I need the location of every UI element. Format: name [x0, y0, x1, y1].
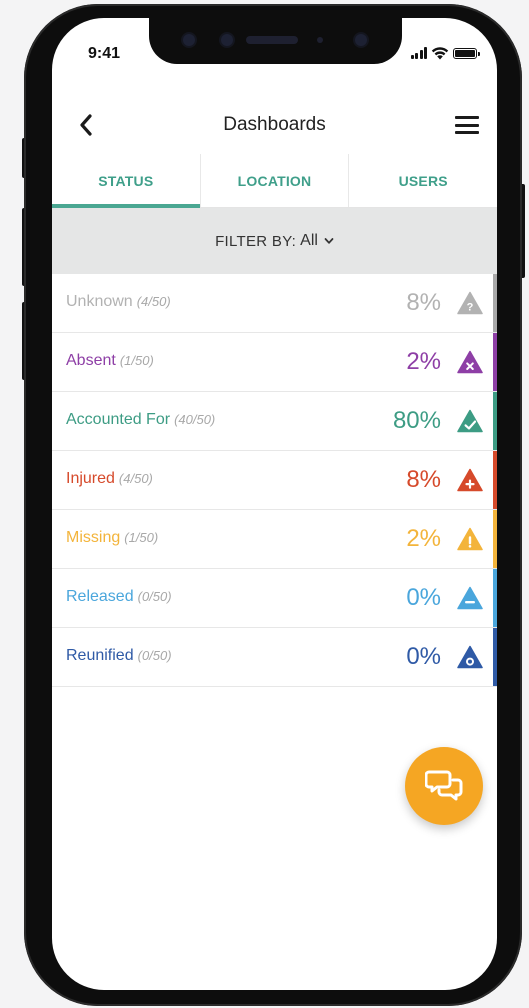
status-percent: 2%: [406, 525, 441, 552]
filter-prefix: FILTER BY:: [215, 232, 297, 250]
filter-value: All: [300, 232, 318, 249]
status-color-stripe: [493, 392, 497, 450]
status-icons: [410, 46, 480, 60]
status-label: Accounted For (40/50): [66, 411, 215, 429]
battery-icon: [453, 47, 480, 59]
status-color-stripe: [493, 333, 497, 391]
status-percent: 0%: [406, 584, 441, 611]
status-label: Released (0/50): [66, 588, 172, 606]
status-label: Reunified (0/50): [66, 647, 172, 665]
earpiece-speaker: [246, 36, 298, 44]
status-row-missing[interactable]: Missing (1/50) 2%: [52, 510, 497, 569]
tab-bar: STATUS LOCATION USERS: [52, 154, 497, 208]
phone-screen: 9:41 Dashboards STATUS LOCATION USERS FI…: [52, 18, 497, 990]
status-color-stripe: [493, 451, 497, 509]
status-percent: 2%: [406, 348, 441, 375]
status-percent: 8%: [406, 289, 441, 316]
status-percent: 8%: [406, 466, 441, 493]
status-color-stripe: [493, 569, 497, 627]
page-title: Dashboards: [223, 114, 326, 135]
status-row-absent[interactable]: Absent (1/50) 2%: [52, 333, 497, 392]
tab-location[interactable]: LOCATION: [199, 154, 349, 207]
tab-status[interactable]: STATUS: [52, 154, 200, 208]
camera-dot: [221, 34, 233, 46]
status-name: Reunified: [66, 647, 134, 664]
status-count: (1/50): [124, 530, 159, 545]
tab-users[interactable]: USERS: [348, 154, 497, 207]
chat-fab-button[interactable]: [405, 747, 483, 825]
status-row-injured[interactable]: Injured (4/50) 8%: [52, 451, 497, 510]
minus-triangle-icon: [457, 586, 483, 610]
status-count: (0/50): [137, 589, 172, 604]
status-name: Missing: [66, 529, 121, 546]
status-row-accounted-for[interactable]: Accounted For (40/50) 80%: [52, 392, 497, 451]
wifi-icon: [431, 47, 449, 60]
status-label: Unknown (4/50): [66, 293, 171, 311]
status-row-unknown[interactable]: Unknown (4/50) 8% ?: [52, 274, 497, 333]
signal-icon: [410, 47, 427, 59]
notch: [149, 18, 402, 64]
status-name: Accounted For: [66, 411, 171, 428]
status-label: Absent (1/50): [66, 352, 154, 370]
hamburger-icon: [455, 116, 479, 119]
status-row-reunified[interactable]: Reunified (0/50) 0%: [52, 628, 497, 687]
question-triangle-icon: ?: [457, 291, 483, 315]
status-count: (0/50): [137, 648, 172, 663]
svg-text:?: ?: [467, 302, 474, 314]
status-name: Injured: [66, 470, 115, 487]
status-count: (40/50): [174, 412, 216, 427]
proximity-sensor: [317, 37, 323, 43]
circle-triangle-icon: [457, 645, 483, 669]
status-name: Released: [66, 588, 134, 605]
status-color-stripe: [493, 628, 497, 686]
x-triangle-icon: [457, 350, 483, 374]
app-header: Dashboards: [52, 106, 497, 146]
status-percent: 0%: [406, 643, 441, 670]
front-camera: [355, 34, 367, 46]
camera-dot: [183, 34, 195, 46]
stage: 9:41 Dashboards STATUS LOCATION USERS FI…: [0, 0, 529, 1008]
chevron-down-icon: [324, 238, 334, 244]
status-color-stripe: [493, 510, 497, 568]
status-name: Absent: [66, 352, 116, 369]
status-percent: 80%: [392, 407, 441, 434]
status-row-released[interactable]: Released (0/50) 0%: [52, 569, 497, 628]
status-time: 9:41: [88, 45, 121, 62]
status-name: Unknown: [66, 293, 133, 310]
status-list: Unknown (4/50) 8% ? Absent (1/50) 2% Accou…: [52, 274, 497, 687]
filter-dropdown[interactable]: FILTER BY: All: [52, 208, 497, 274]
status-color-stripe: [493, 274, 497, 332]
status-count: (4/50): [136, 294, 171, 309]
chat-bubbles-icon: [425, 770, 463, 801]
menu-button[interactable]: [455, 114, 479, 136]
exclamation-triangle-icon: [457, 527, 483, 551]
check-triangle-icon: [457, 409, 483, 433]
status-count: (1/50): [119, 353, 154, 368]
status-count: (4/50): [118, 471, 153, 486]
plus-triangle-icon: [457, 468, 483, 492]
status-label: Missing (1/50): [66, 529, 158, 547]
status-label: Injured (4/50): [66, 470, 153, 488]
